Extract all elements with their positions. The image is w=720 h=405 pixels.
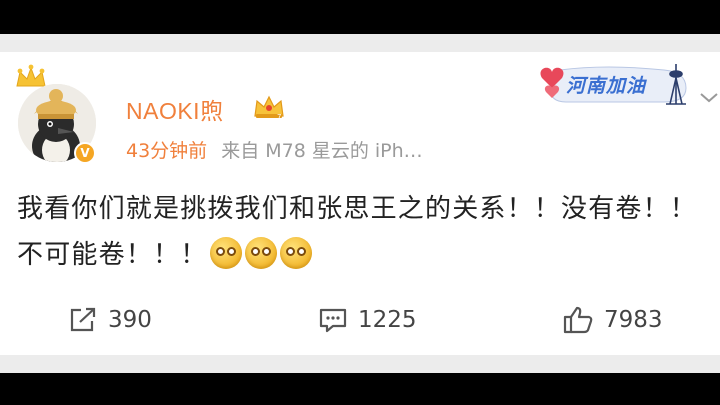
avatar-group[interactable]: V bbox=[14, 64, 100, 164]
chevron-down-icon[interactable] bbox=[698, 90, 720, 106]
comment-count: 1225 bbox=[358, 307, 417, 333]
smile-emoji-icon bbox=[245, 237, 278, 269]
verified-badge-icon: V bbox=[74, 142, 96, 164]
smile-emoji-icon bbox=[280, 237, 313, 269]
thumbs-up-icon bbox=[563, 306, 593, 334]
campaign-tag-label: 河南加油 bbox=[566, 75, 647, 97]
smile-emoji-icon bbox=[210, 237, 243, 269]
post-source[interactable]: 来自 M78 星云的 iPh… bbox=[221, 140, 422, 162]
username[interactable]: NAOKI煦 bbox=[126, 92, 224, 126]
post-text: 我看你们就是挑拨我们和张思王之的关系！！没有卷！！不可能卷！！！ bbox=[17, 194, 698, 270]
top-divider bbox=[0, 34, 720, 52]
action-bar: 390 1225 7983 bbox=[0, 298, 720, 344]
campaign-tag[interactable]: 河南加油 bbox=[536, 58, 696, 110]
share-button[interactable]: 390 bbox=[68, 302, 152, 338]
comment-button[interactable]: 1225 bbox=[318, 302, 417, 338]
comment-icon bbox=[319, 308, 347, 333]
share-count: 390 bbox=[108, 307, 152, 333]
post-meta: 43分钟前 来自 M78 星云的 iPh… bbox=[126, 136, 423, 163]
share-icon bbox=[70, 307, 96, 332]
vip-crown-icon[interactable]: 7 bbox=[252, 93, 286, 121]
svg-text:7: 7 bbox=[277, 113, 281, 121]
like-button[interactable]: 7983 bbox=[562, 302, 663, 338]
post-time[interactable]: 43分钟前 bbox=[126, 140, 207, 162]
like-count: 7983 bbox=[604, 307, 663, 333]
bottom-divider bbox=[0, 355, 720, 373]
post-body: 我看你们就是挑拨我们和张思王之的关系！！没有卷！！不可能卷！！！ bbox=[17, 186, 717, 278]
